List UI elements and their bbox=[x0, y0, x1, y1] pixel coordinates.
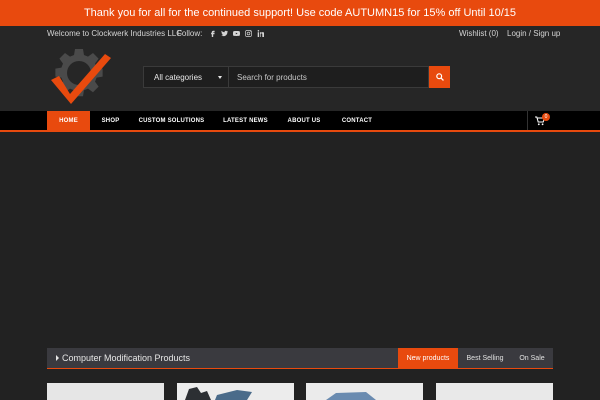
product-image bbox=[436, 383, 553, 400]
top-bar: Welcome to Clockwerk Industries LLC Foll… bbox=[0, 26, 600, 42]
twitter-icon[interactable] bbox=[221, 30, 229, 37]
facebook-icon[interactable] bbox=[209, 30, 216, 37]
tab-on-sale[interactable]: On Sale bbox=[512, 348, 552, 368]
cart-count-badge: 0 bbox=[542, 113, 550, 121]
products-section-title-text: Computer Modification Products bbox=[62, 353, 191, 363]
linkedin-icon[interactable] bbox=[257, 30, 265, 37]
nav-item-custom-solutions[interactable]: CUSTOM SOLUTIONS bbox=[133, 111, 210, 130]
main-nav: HOME SHOP CUSTOM SOLUTIONS LATEST NEWS A… bbox=[0, 111, 600, 132]
product-image bbox=[306, 383, 423, 400]
search-input[interactable] bbox=[229, 66, 429, 88]
nav-item-latest-news[interactable]: LATEST NEWS bbox=[217, 111, 274, 130]
category-select-value: All categories bbox=[154, 72, 203, 82]
instagram-icon[interactable] bbox=[245, 30, 253, 37]
products-section-header: Computer Modification Products New produ… bbox=[47, 348, 553, 369]
promo-text: Thank you for all for the continued supp… bbox=[83, 7, 517, 19]
nav-item-about-us[interactable]: ABOUT US bbox=[281, 111, 327, 130]
category-select[interactable]: All categories bbox=[143, 66, 229, 88]
tab-best-selling[interactable]: Best Selling bbox=[460, 348, 510, 368]
follow-group: Follow: bbox=[177, 29, 265, 38]
cart-divider bbox=[527, 111, 528, 130]
nav-item-contact[interactable]: CONTACT bbox=[333, 111, 381, 130]
follow-label: Follow: bbox=[177, 29, 203, 38]
wishlist-link[interactable]: Wishlist (0) bbox=[459, 29, 499, 38]
login-signup-link[interactable]: Login / Sign up bbox=[507, 29, 560, 38]
clockwerk-logo[interactable] bbox=[45, 46, 113, 108]
promo-banner: Thank you for all for the continued supp… bbox=[0, 0, 600, 26]
welcome-text: Welcome to Clockwerk Industries LLC bbox=[47, 29, 183, 38]
search-icon bbox=[435, 73, 444, 81]
site-header: All categories bbox=[0, 42, 600, 111]
hero-banner-area bbox=[0, 133, 600, 348]
product-image bbox=[177, 383, 294, 400]
product-card[interactable] bbox=[306, 383, 423, 400]
product-card[interactable] bbox=[436, 383, 553, 400]
search-button[interactable] bbox=[429, 66, 450, 88]
caret-right-icon bbox=[56, 355, 59, 361]
product-image bbox=[47, 383, 164, 400]
chevron-down-icon bbox=[218, 76, 222, 79]
nav-item-shop[interactable]: SHOP bbox=[92, 111, 129, 130]
products-section-title: Computer Modification Products bbox=[56, 353, 190, 363]
tab-new-products[interactable]: New products bbox=[398, 348, 458, 368]
social-links bbox=[209, 30, 265, 37]
product-card[interactable] bbox=[47, 383, 164, 400]
nav-item-home[interactable]: HOME bbox=[47, 111, 90, 130]
youtube-icon[interactable] bbox=[233, 30, 241, 37]
product-card[interactable] bbox=[177, 383, 294, 400]
